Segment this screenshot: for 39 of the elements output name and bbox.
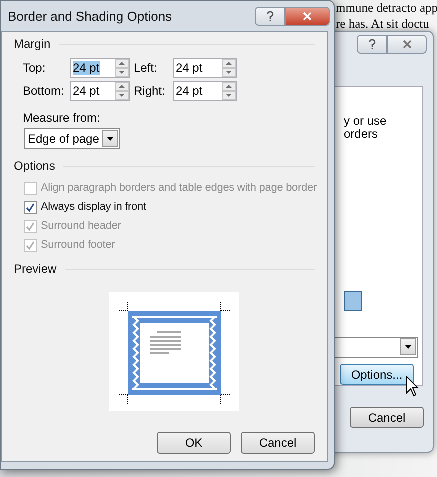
description-text: orders	[343, 128, 378, 141]
description-text: y or use	[343, 115, 387, 128]
dropdown-field[interactable]	[334, 337, 418, 358]
help-button[interactable]	[357, 35, 387, 54]
spin-field[interactable]: 24 pt	[173, 81, 237, 101]
spinner-arrows-icon[interactable]	[222, 82, 236, 100]
close-button[interactable]	[285, 6, 330, 26]
group-label: Options	[14, 159, 56, 173]
dialog-button[interactable]: Cancel	[241, 432, 315, 454]
help-button[interactable]	[255, 6, 285, 26]
spinner-arrows-icon[interactable]	[115, 82, 129, 100]
checkmark-icon	[26, 240, 35, 250]
field-label: Measure from:	[23, 111, 102, 125]
checkmark-icon	[26, 222, 35, 230]
field-label: Left:	[134, 61, 158, 75]
help-icon	[368, 39, 376, 50]
dialog-button[interactable]: OK	[157, 432, 231, 454]
document-text: re has. At sit doctu	[336, 17, 430, 32]
field-label: Top:	[23, 61, 47, 75]
window-title: Border and Shading Options	[8, 8, 172, 24]
group-label: Preview	[14, 262, 57, 276]
close-icon	[303, 12, 312, 20]
spin-field[interactable]: 24 pt	[173, 58, 237, 78]
options-button[interactable]: Options...	[340, 364, 414, 385]
checkbox[interactable]: Always display in front	[24, 199, 146, 215]
field-label: Bottom:	[23, 84, 66, 98]
group-label: Margin	[14, 37, 51, 51]
close-icon	[402, 40, 412, 49]
dropdown-field[interactable]: Edge of page	[24, 128, 120, 149]
spinner-arrows-icon[interactable]	[222, 59, 236, 77]
spin-field[interactable]: 24 pt	[70, 81, 130, 101]
style-button[interactable]	[344, 291, 362, 311]
spin-field[interactable]: 24 pt	[70, 58, 130, 78]
field-label: Right:	[134, 84, 166, 98]
checkmark-icon	[26, 202, 35, 212]
close-button[interactable]	[387, 35, 427, 54]
spinner-arrows-icon[interactable]	[115, 59, 129, 77]
help-icon	[266, 10, 274, 22]
cancel-button[interactable]: Cancel	[350, 407, 424, 428]
